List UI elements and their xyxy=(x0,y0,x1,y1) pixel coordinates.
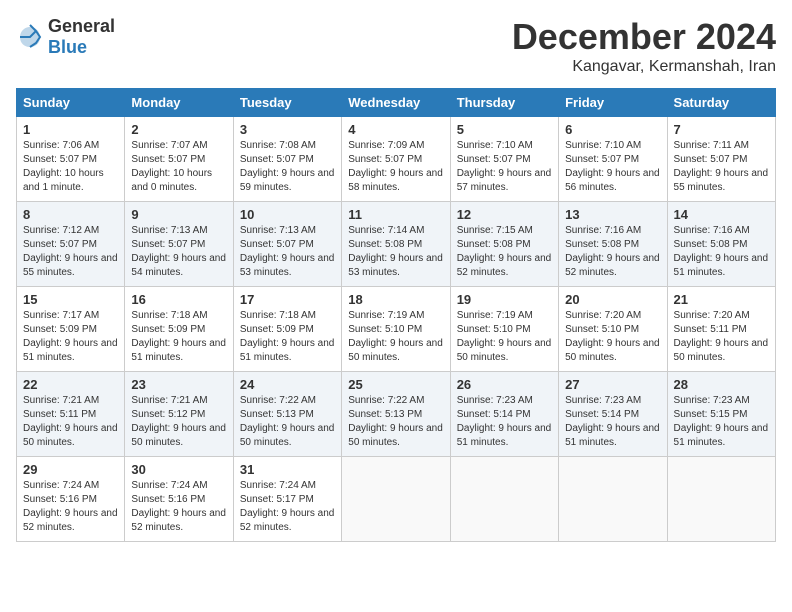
header-monday: Monday xyxy=(125,89,233,117)
table-row: 4Sunrise: 7:09 AM Sunset: 5:07 PM Daylig… xyxy=(342,117,450,202)
logo-blue: Blue xyxy=(48,37,87,57)
header-tuesday: Tuesday xyxy=(233,89,341,117)
table-row: 10Sunrise: 7:13 AM Sunset: 5:07 PM Dayli… xyxy=(233,202,341,287)
logo-general: General xyxy=(48,16,115,36)
table-row: 15Sunrise: 7:17 AM Sunset: 5:09 PM Dayli… xyxy=(17,287,125,372)
table-row: 2Sunrise: 7:07 AM Sunset: 5:07 PM Daylig… xyxy=(125,117,233,202)
table-row: 18Sunrise: 7:19 AM Sunset: 5:10 PM Dayli… xyxy=(342,287,450,372)
table-row: 16Sunrise: 7:18 AM Sunset: 5:09 PM Dayli… xyxy=(125,287,233,372)
table-row: 25Sunrise: 7:22 AM Sunset: 5:13 PM Dayli… xyxy=(342,372,450,457)
table-row: 8Sunrise: 7:12 AM Sunset: 5:07 PM Daylig… xyxy=(17,202,125,287)
day-cell-1: 1Sunrise: 7:06 AM Sunset: 5:07 PM Daylig… xyxy=(17,117,125,202)
header-sunday: Sunday xyxy=(17,89,125,117)
table-row: 17Sunrise: 7:18 AM Sunset: 5:09 PM Dayli… xyxy=(233,287,341,372)
header-saturday: Saturday xyxy=(667,89,775,117)
week-row-3: 15Sunrise: 7:17 AM Sunset: 5:09 PM Dayli… xyxy=(17,287,776,372)
week-row-4: 22Sunrise: 7:21 AM Sunset: 5:11 PM Dayli… xyxy=(17,372,776,457)
table-row: 30Sunrise: 7:24 AM Sunset: 5:16 PM Dayli… xyxy=(125,457,233,542)
location-title: Kangavar, Kermanshah, Iran xyxy=(512,58,776,76)
table-row: 20Sunrise: 7:20 AM Sunset: 5:10 PM Dayli… xyxy=(559,287,667,372)
table-row xyxy=(667,457,775,542)
table-row: 31Sunrise: 7:24 AM Sunset: 5:17 PM Dayli… xyxy=(233,457,341,542)
table-row: 11Sunrise: 7:14 AM Sunset: 5:08 PM Dayli… xyxy=(342,202,450,287)
table-row: 29Sunrise: 7:24 AM Sunset: 5:16 PM Dayli… xyxy=(17,457,125,542)
table-row: 14Sunrise: 7:16 AM Sunset: 5:08 PM Dayli… xyxy=(667,202,775,287)
table-row: 23Sunrise: 7:21 AM Sunset: 5:12 PM Dayli… xyxy=(125,372,233,457)
table-row: 7Sunrise: 7:11 AM Sunset: 5:07 PM Daylig… xyxy=(667,117,775,202)
header-friday: Friday xyxy=(559,89,667,117)
logo-wordmark: General Blue xyxy=(48,16,115,58)
table-row: 3Sunrise: 7:08 AM Sunset: 5:07 PM Daylig… xyxy=(233,117,341,202)
week-row-1: 1Sunrise: 7:06 AM Sunset: 5:07 PM Daylig… xyxy=(17,117,776,202)
calendar-table: Sunday Monday Tuesday Wednesday Thursday… xyxy=(16,88,776,542)
table-row: 27Sunrise: 7:23 AM Sunset: 5:14 PM Dayli… xyxy=(559,372,667,457)
title-block: December 2024 Kangavar, Kermanshah, Iran xyxy=(512,16,776,76)
week-row-2: 8Sunrise: 7:12 AM Sunset: 5:07 PM Daylig… xyxy=(17,202,776,287)
header-wednesday: Wednesday xyxy=(342,89,450,117)
table-row: 26Sunrise: 7:23 AM Sunset: 5:14 PM Dayli… xyxy=(450,372,558,457)
logo: General Blue xyxy=(16,16,115,58)
week-row-5: 29Sunrise: 7:24 AM Sunset: 5:16 PM Dayli… xyxy=(17,457,776,542)
header-row: Sunday Monday Tuesday Wednesday Thursday… xyxy=(17,89,776,117)
header-thursday: Thursday xyxy=(450,89,558,117)
page-header: General Blue December 2024 Kangavar, Ker… xyxy=(16,16,776,76)
table-row xyxy=(342,457,450,542)
table-row: 22Sunrise: 7:21 AM Sunset: 5:11 PM Dayli… xyxy=(17,372,125,457)
table-row: 13Sunrise: 7:16 AM Sunset: 5:08 PM Dayli… xyxy=(559,202,667,287)
table-row: 28Sunrise: 7:23 AM Sunset: 5:15 PM Dayli… xyxy=(667,372,775,457)
table-row: 9Sunrise: 7:13 AM Sunset: 5:07 PM Daylig… xyxy=(125,202,233,287)
table-row xyxy=(450,457,558,542)
table-row: 24Sunrise: 7:22 AM Sunset: 5:13 PM Dayli… xyxy=(233,372,341,457)
table-row: 19Sunrise: 7:19 AM Sunset: 5:10 PM Dayli… xyxy=(450,287,558,372)
table-row: 12Sunrise: 7:15 AM Sunset: 5:08 PM Dayli… xyxy=(450,202,558,287)
table-row xyxy=(559,457,667,542)
table-row: 6Sunrise: 7:10 AM Sunset: 5:07 PM Daylig… xyxy=(559,117,667,202)
table-row: 21Sunrise: 7:20 AM Sunset: 5:11 PM Dayli… xyxy=(667,287,775,372)
month-title: December 2024 xyxy=(512,16,776,58)
logo-icon xyxy=(16,23,44,51)
table-row: 5Sunrise: 7:10 AM Sunset: 5:07 PM Daylig… xyxy=(450,117,558,202)
